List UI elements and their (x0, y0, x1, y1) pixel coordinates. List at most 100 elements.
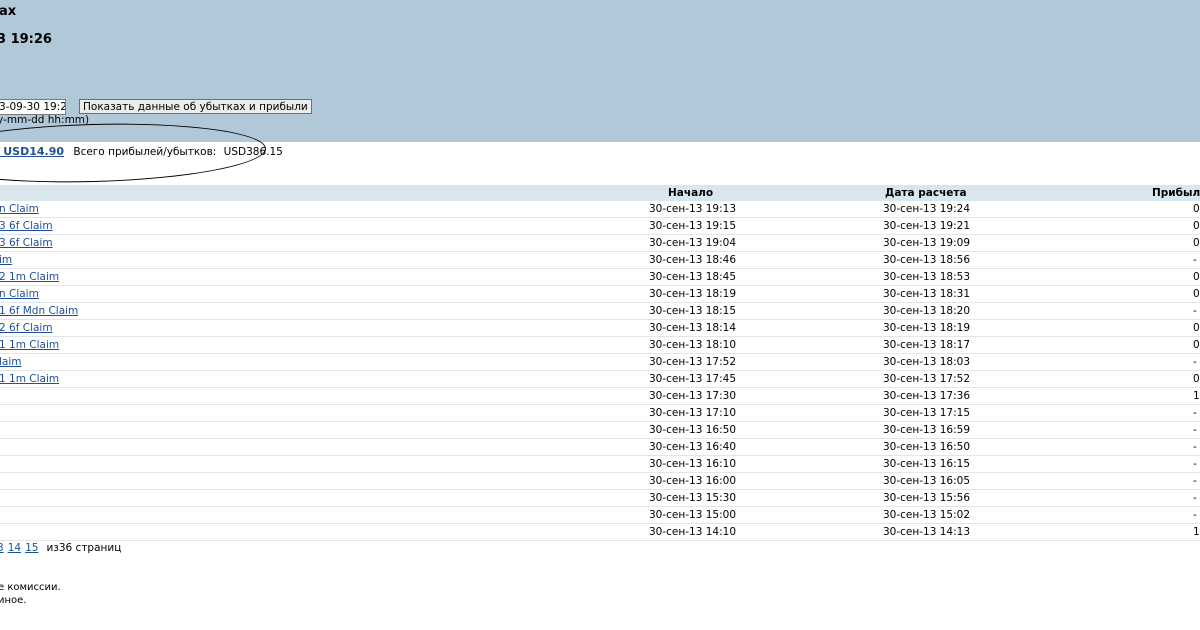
profit-cell: 0 (1193, 322, 1200, 334)
calc-date-cell: 30-сен-13 19:09 (883, 237, 970, 249)
calc-date-cell: 30-сен-13 18:31 (883, 288, 970, 300)
column-header-profit: Прибыль (1152, 187, 1200, 199)
start-time-cell: 30-сен-13 19:15 (649, 220, 736, 232)
table-row: 2 6f Claim 30-сен-13 18:14 30-сен-13 18:19… (0, 320, 1200, 337)
profit-cell: - (1193, 305, 1197, 317)
pagination: 3 14 15 из36 страниц (0, 542, 121, 554)
start-time-cell: 30-сен-13 18:15 (649, 305, 736, 317)
table-row: n Claim 30-сен-13 18:19 30-сен-13 18:31 0 (0, 286, 1200, 303)
table-row: 30-сен-13 16:50 30-сен-13 16:59 - (0, 422, 1200, 439)
calc-date-cell: 30-сен-13 19:21 (883, 220, 970, 232)
start-time-cell: 30-сен-13 16:40 (649, 441, 736, 453)
table-row: 30-сен-13 16:40 30-сен-13 16:50 - (0, 439, 1200, 456)
calc-date-cell: 30-сен-13 15:02 (883, 509, 970, 521)
profit-cell: - (1193, 254, 1197, 266)
calc-date-cell: 30-сен-13 16:05 (883, 475, 970, 487)
page-link[interactable]: 15 (25, 542, 38, 554)
start-time-cell: 30-сен-13 17:10 (649, 407, 736, 419)
profit-cell: 0 (1193, 339, 1200, 351)
calc-date-cell: 30-сен-13 16:59 (883, 424, 970, 436)
profit-cell: 0 (1193, 220, 1200, 232)
profit-cell: 1 (1193, 390, 1200, 402)
trade-name-link[interactable]: 2 1m Claim (0, 271, 59, 283)
calc-date-cell: 30-сен-13 18:17 (883, 339, 970, 351)
header-panel: ах 3 19:26 3-09-30 19:26 Показать данные… (0, 0, 1200, 142)
profit-cell: - (1193, 356, 1197, 368)
trade-name-link[interactable]: 1 1m Claim (0, 373, 59, 385)
start-time-cell: 30-сен-13 19:13 (649, 203, 736, 215)
profit-cell: 0 (1193, 271, 1200, 283)
table-row: 1 1m Claim 30-сен-13 18:10 30-сен-13 18:17… (0, 337, 1200, 354)
table-row: 30-сен-13 15:00 30-сен-13 15:02 - (0, 507, 1200, 524)
start-time-cell: 30-сен-13 16:50 (649, 424, 736, 436)
calc-date-cell: 30-сен-13 15:56 (883, 492, 970, 504)
start-time-cell: 30-сен-13 17:30 (649, 390, 736, 402)
footnote-other: иное. (0, 595, 27, 606)
start-time-cell: 30-сен-13 14:10 (649, 526, 736, 538)
calc-date-cell: 30-сен-13 17:36 (883, 390, 970, 402)
trade-name-link[interactable]: 2 6f Claim (0, 322, 53, 334)
profit-cell: 0 (1193, 203, 1200, 215)
table-row: im 30-сен-13 18:46 30-сен-13 18:56 - (0, 252, 1200, 269)
calc-date-cell: 30-сен-13 16:50 (883, 441, 970, 453)
table-row: 3 6f Claim 30-сен-13 19:15 30-сен-13 19:21… (0, 218, 1200, 235)
start-time-cell: 30-сен-13 17:52 (649, 356, 736, 368)
table-body: n Claim 30-сен-13 19:13 30-сен-13 19:24 0 3 … (0, 201, 1200, 541)
profit-cell: - (1193, 492, 1197, 504)
start-time-cell: 30-сен-13 18:46 (649, 254, 736, 266)
table-row: 1 6f Mdn Claim 30-сен-13 18:15 30-сен-13 1… (0, 303, 1200, 320)
profit-cell: 0 (1193, 288, 1200, 300)
footnote-commission: е комиссии. (0, 582, 61, 593)
start-time-cell: 30-сен-13 19:04 (649, 237, 736, 249)
profit-cell: 0 (1193, 373, 1200, 385)
profit-cell: - (1193, 407, 1197, 419)
table-row: 30-сен-13 14:10 30-сен-13 14:13 1 (0, 524, 1200, 541)
table-row: 30-сен-13 16:10 30-сен-13 16:15 - (0, 456, 1200, 473)
table-header: Начало Дата расчета Прибыль (0, 185, 1200, 201)
table-row: 30-сен-13 17:10 30-сен-13 17:15 - (0, 405, 1200, 422)
table-row: 30-сен-13 16:00 30-сен-13 16:05 - (0, 473, 1200, 490)
start-time-cell: 30-сен-13 16:10 (649, 458, 736, 470)
page-count: из36 страниц (46, 542, 122, 554)
profit-cell: - (1193, 424, 1197, 436)
start-time-cell: 30-сен-13 18:45 (649, 271, 736, 283)
trade-name-link[interactable]: n Claim (0, 288, 39, 300)
trade-name-link[interactable]: 3 6f Claim (0, 237, 53, 249)
calc-date-cell: 30-сен-13 18:56 (883, 254, 970, 266)
start-time-cell: 30-сен-13 18:19 (649, 288, 736, 300)
calc-date-cell: 30-сен-13 18:19 (883, 322, 970, 334)
calc-date-cell: 30-сен-13 17:15 (883, 407, 970, 419)
table-row: 30-сен-13 15:30 30-сен-13 15:56 - (0, 490, 1200, 507)
trade-name-link[interactable]: im (0, 254, 12, 266)
table-row: 30-сен-13 17:30 30-сен-13 17:36 1 (0, 388, 1200, 405)
profit-cell: - (1193, 475, 1197, 487)
trade-name-link[interactable]: laim (0, 356, 22, 368)
show-profit-loss-button[interactable]: Показать данные об убытках и прибыли (79, 99, 312, 114)
start-time-cell: 30-сен-13 18:14 (649, 322, 736, 334)
trade-name-link[interactable]: 1 6f Mdn Claim (0, 305, 78, 317)
calc-date-cell: 30-сен-13 17:52 (883, 373, 970, 385)
start-time-cell: 30-сен-13 18:10 (649, 339, 736, 351)
column-header-start: Начало (668, 187, 714, 199)
start-time-cell: 30-сен-13 15:00 (649, 509, 736, 521)
profit-cell: - (1193, 509, 1197, 521)
table-row: 3 6f Claim 30-сен-13 19:04 30-сен-13 19:09… (0, 235, 1200, 252)
profit-cell: - (1193, 441, 1197, 453)
trade-name-link[interactable]: n Claim (0, 203, 39, 215)
trade-name-link[interactable]: 3 6f Claim (0, 220, 53, 232)
start-time-cell: 30-сен-13 17:45 (649, 373, 736, 385)
page-link[interactable]: 14 (8, 542, 21, 554)
start-time-cell: 30-сен-13 16:00 (649, 475, 736, 487)
date-input[interactable]: 3-09-30 19:26 (0, 99, 66, 115)
page-link[interactable]: 3 (0, 542, 4, 554)
table-row: 2 1m Claim 30-сен-13 18:45 30-сен-13 18:53… (0, 269, 1200, 286)
calc-date-cell: 30-сен-13 19:24 (883, 203, 970, 215)
calc-date-cell: 30-сен-13 18:53 (883, 271, 970, 283)
profit-cell: 1 (1193, 526, 1200, 538)
start-time-cell: 30-сен-13 15:30 (649, 492, 736, 504)
trade-name-link[interactable]: 1 1m Claim (0, 339, 59, 351)
column-header-calc-date: Дата расчета (885, 187, 967, 199)
table-row: 1 1m Claim 30-сен-13 17:45 30-сен-13 17:52… (0, 371, 1200, 388)
calc-date-cell: 30-сен-13 14:13 (883, 526, 970, 538)
profit-cell: 0 (1193, 237, 1200, 249)
